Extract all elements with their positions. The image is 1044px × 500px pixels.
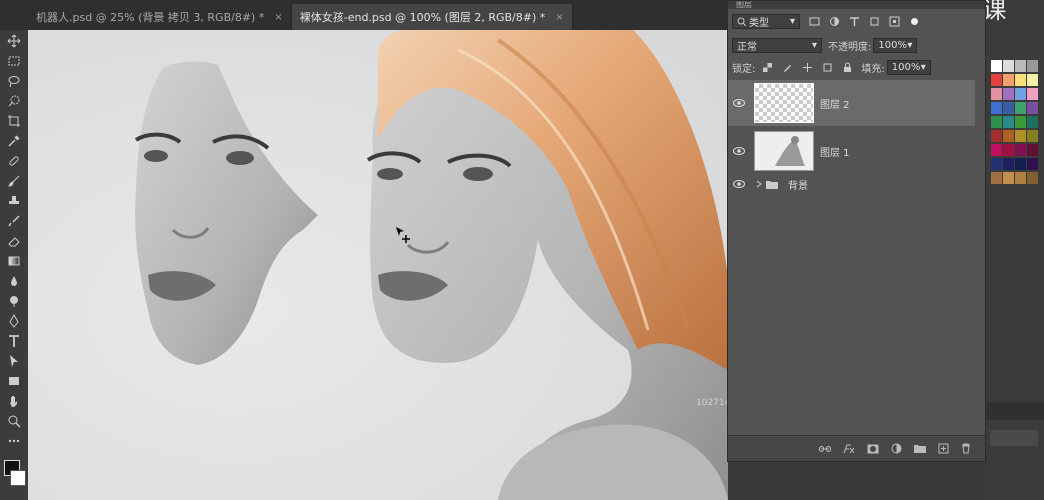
tab-robot[interactable]: 机器人.psd @ 25% (背景 拷贝 3, RGB/8#) * × (28, 4, 292, 30)
fill-value: 100% (891, 61, 921, 73)
dock-divider (986, 402, 1044, 420)
trash-icon[interactable] (961, 443, 971, 454)
quick-select-icon[interactable] (4, 92, 24, 110)
tools-panel (0, 30, 29, 500)
close-icon[interactable]: × (274, 12, 282, 23)
chevron-down-icon: ▾ (789, 15, 795, 27)
lock-row: 锁定: 填充: 100% ▾ (728, 57, 985, 77)
opacity-value: 100% (878, 39, 907, 51)
blur-icon[interactable] (4, 272, 24, 290)
watermark-text: 102714819 (696, 398, 728, 408)
layer-filter-dropdown[interactable]: 类型 ▾ (732, 13, 800, 29)
blend-row: 正常 ▾ 不透明度: 100% ▾ (728, 35, 985, 55)
filter-adjustment-icon[interactable] (828, 15, 840, 27)
opacity-label: 不透明度: (828, 41, 872, 53)
stamp-icon[interactable] (4, 192, 24, 210)
lock-image-icon[interactable] (781, 61, 793, 73)
layers-panel: 图层 类型 ▾ 正常 ▾ 不透明度: 100% ▾ 锁定: 填充: 100% ▾ 图层… (727, 0, 986, 462)
add-mask-icon[interactable] (867, 444, 879, 454)
history-brush-icon[interactable] (4, 212, 24, 230)
layer-thumbnail (754, 83, 814, 123)
layer-row-layer-2[interactable]: 图层 2 (728, 80, 975, 126)
close-icon[interactable]: × (555, 12, 563, 23)
fx-icon[interactable] (843, 444, 855, 454)
layer-filter-row: 类型 ▾ (728, 11, 985, 31)
path-select-icon[interactable] (4, 352, 24, 370)
opacity-field[interactable]: 100% ▾ (873, 37, 918, 53)
filter-label: 类型 (749, 17, 769, 29)
move-cursor-icon (395, 226, 413, 247)
tab-girl[interactable]: 裸体女孩-end.psd @ 100% (图层 2, RGB/8#) * × (291, 4, 573, 30)
fill-label: 填充: (861, 63, 885, 75)
filter-type-icon[interactable] (848, 15, 860, 27)
hand-icon[interactable] (4, 392, 24, 410)
lock-position-icon[interactable] (801, 61, 813, 73)
lock-transparent-icon[interactable] (761, 61, 773, 73)
new-layer-icon[interactable] (938, 443, 949, 454)
right-dock (986, 0, 1044, 500)
layer-name[interactable]: 图层 2 (820, 96, 850, 111)
link-layers-icon[interactable] (819, 444, 831, 454)
toolbar-header (0, 0, 28, 30)
folder-icon (766, 180, 778, 189)
adjustment-layer-icon[interactable] (891, 443, 902, 454)
layers-list: 图层 2 图层 1 背景 (728, 79, 985, 435)
marquee-icon[interactable] (4, 52, 24, 70)
healing-icon[interactable] (4, 152, 24, 170)
chevron-down-icon: ▾ (811, 39, 817, 51)
more-icon[interactable] (4, 432, 24, 450)
filter-shape-icon[interactable] (868, 15, 880, 27)
lock-all-icon[interactable] (841, 61, 853, 73)
visibility-eye-icon[interactable] (728, 99, 750, 107)
move-icon[interactable] (4, 32, 24, 50)
pen-icon[interactable] (4, 312, 24, 330)
dock-field (990, 430, 1038, 446)
filter-toggle-icon[interactable] (908, 15, 920, 27)
chevron-down-icon: ▾ (920, 61, 926, 73)
zoom-icon[interactable] (4, 412, 24, 430)
chevron-down-icon: ▾ (907, 39, 913, 51)
artwork (28, 30, 728, 500)
document-tab-bar: 机器人.psd @ 25% (背景 拷贝 3, RGB/8#) * × 裸体女孩-… (28, 0, 728, 30)
layer-row-background-group[interactable]: 背景 (728, 175, 975, 193)
visibility-eye-icon[interactable] (728, 147, 750, 155)
eraser-icon[interactable] (4, 232, 24, 250)
blend-mode-dropdown[interactable]: 正常 ▾ (732, 37, 822, 53)
fill-field[interactable]: 100% ▾ (886, 59, 931, 75)
layer-name[interactable]: 背景 (788, 177, 808, 192)
eyedropper-icon[interactable] (4, 132, 24, 150)
background-color-swatch[interactable] (10, 470, 26, 486)
filter-smart-object-icon[interactable] (888, 15, 900, 27)
new-group-icon[interactable] (914, 444, 926, 454)
lock-artboard-icon[interactable] (821, 61, 833, 73)
blend-mode-value: 正常 (737, 41, 757, 53)
layer-thumbnail (754, 131, 814, 171)
gradient-icon[interactable] (4, 252, 24, 270)
lasso-icon[interactable] (4, 72, 24, 90)
layer-name[interactable]: 图层 1 (820, 144, 850, 159)
layers-actions-bar (728, 435, 985, 461)
chevron-right-icon[interactable] (756, 180, 762, 188)
crop-icon[interactable] (4, 112, 24, 130)
tab-title: 机器人.psd @ 25% (背景 拷贝 3, RGB/8#) * (36, 11, 265, 24)
visibility-eye-icon[interactable] (728, 180, 750, 188)
rectangle-icon[interactable] (4, 372, 24, 390)
dodge-icon[interactable] (4, 292, 24, 310)
layer-row-layer-1[interactable]: 图层 1 (728, 128, 975, 174)
filter-pixel-icon[interactable] (808, 15, 820, 27)
type-icon[interactable] (4, 332, 24, 350)
search-icon (737, 17, 746, 26)
brush-icon[interactable] (4, 172, 24, 190)
document-canvas[interactable]: 102714819 (28, 30, 728, 500)
tab-title: 裸体女孩-end.psd @ 100% (图层 2, RGB/8#) * (299, 11, 546, 24)
layers-panel-title: 图层 (728, 1, 985, 9)
lock-label: 锁定: (732, 63, 756, 75)
swatches-grid[interactable] (991, 60, 1041, 200)
